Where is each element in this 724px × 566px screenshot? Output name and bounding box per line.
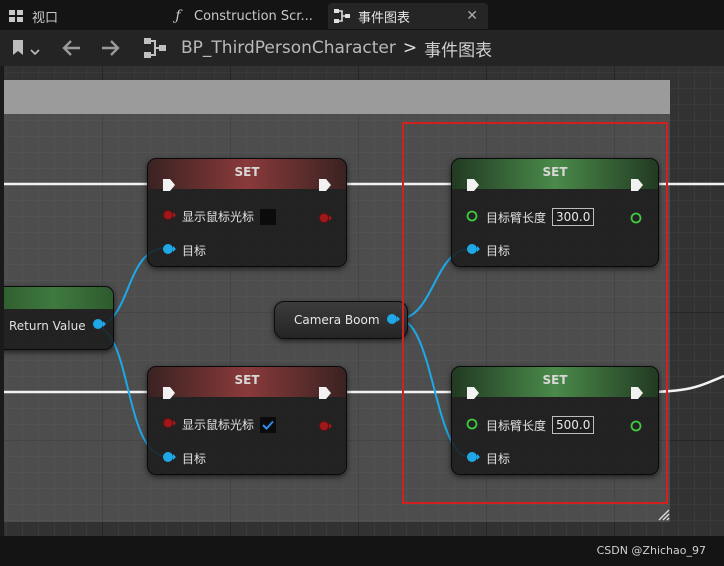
target-label: 目标 <box>182 244 207 258</box>
show-cursor-checkbox[interactable] <box>260 416 277 433</box>
breadcrumb-blueprint[interactable]: BP_ThirdPersonCharacter <box>181 38 396 58</box>
exec-in-pin-icon[interactable] <box>162 385 176 404</box>
node-title: SET <box>234 373 260 387</box>
property-label: 显示鼠标光标 <box>182 418 255 432</box>
camera-boom-node[interactable]: Camera Boom <box>274 301 408 339</box>
bool-pin-icon[interactable] <box>162 209 176 224</box>
object-pin-icon[interactable] <box>386 313 400 328</box>
return-value-node[interactable]: Return Value <box>4 286 114 350</box>
object-pin-icon[interactable] <box>162 451 176 466</box>
graph-toolbar: BP_ThirdPersonCharacter > 事件图表 <box>0 30 724 66</box>
viewport-grid-icon <box>8 8 24 24</box>
checkmark-icon <box>262 420 274 430</box>
resize-grip-icon[interactable] <box>656 506 670 525</box>
set-node-show-cursor-false[interactable]: SET 显示鼠标光标 目标 <box>147 158 347 267</box>
breadcrumb-graph: 事件图表 <box>424 40 493 61</box>
show-cursor-checkbox[interactable] <box>260 208 277 225</box>
exec-out-pin-icon[interactable] <box>318 177 332 196</box>
bookmark-icon <box>12 40 24 59</box>
highlight-rectangle <box>402 122 668 504</box>
tab-viewport[interactable]: 视口 <box>8 3 158 29</box>
breadcrumb: BP_ThirdPersonCharacter > 事件图表 <box>181 30 492 66</box>
watermark-text: CSDN @Zhichao_97 <box>596 544 706 557</box>
tab-label: Construction Scr... <box>194 8 313 24</box>
exec-out-pin-icon[interactable] <box>318 385 332 404</box>
bool-out-pin-icon[interactable] <box>318 417 332 436</box>
node-title: SET <box>234 165 260 179</box>
camera-boom-label: Camera Boom <box>294 313 380 327</box>
tab-construction-script[interactable]: ƒ Construction Scr... <box>170 3 320 29</box>
tab-label: 视口 <box>32 10 59 26</box>
bool-pin-icon[interactable] <box>162 417 176 432</box>
chevron-down-icon <box>30 40 40 59</box>
set-node-show-cursor-true[interactable]: SET 显示鼠标光标 目标 <box>147 366 347 475</box>
graph-canvas[interactable]: Return Value SET 显示鼠标光标 目标 SET 显示鼠标光标 目标… <box>4 66 724 536</box>
object-pin-icon[interactable] <box>92 318 106 333</box>
back-arrow-icon[interactable] <box>62 39 82 61</box>
close-icon[interactable]: ✕ <box>466 8 478 24</box>
forward-arrow-icon[interactable] <box>100 39 120 61</box>
event-graph-icon <box>334 8 350 24</box>
object-pin-icon[interactable] <box>162 243 176 258</box>
event-graph-icon <box>144 38 166 62</box>
tab-label: 事件图表 <box>358 10 411 26</box>
return-value-label: Return Value <box>9 318 86 333</box>
breadcrumb-separator: > <box>402 38 418 58</box>
bookmark-menu-button[interactable] <box>12 40 40 59</box>
exec-in-pin-icon[interactable] <box>162 177 176 196</box>
property-label: 显示鼠标光标 <box>182 210 255 224</box>
tab-bar: 视口 ƒ Construction Scr... 事件图表 ✕ <box>0 0 724 30</box>
tab-event-graph[interactable]: 事件图表 ✕ <box>328 3 488 29</box>
bool-out-pin-icon[interactable] <box>318 209 332 228</box>
target-label: 目标 <box>182 452 207 466</box>
function-icon: ƒ <box>175 8 181 24</box>
